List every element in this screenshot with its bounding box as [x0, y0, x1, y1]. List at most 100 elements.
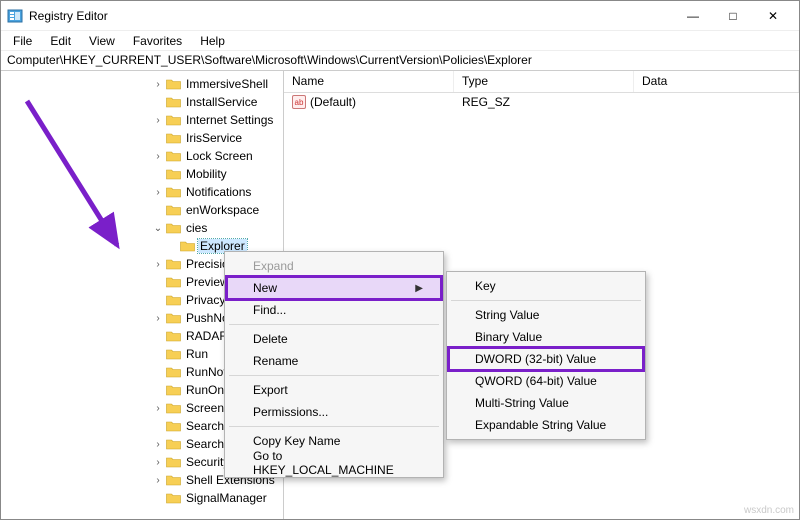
folder-icon: [165, 185, 181, 199]
folder-icon: [165, 275, 181, 289]
folder-icon: [165, 203, 181, 217]
tree-item-mobility[interactable]: Mobility: [1, 165, 283, 183]
folder-icon: [165, 347, 181, 361]
col-name[interactable]: Name: [284, 71, 454, 92]
chevron-right-icon[interactable]: ›: [151, 187, 165, 198]
tree-item-label: Privacy: [184, 293, 227, 307]
content-split: › ImmersiveShell InstallService ›Internet S…: [1, 71, 799, 519]
sub-key[interactable]: Key: [449, 275, 643, 297]
col-data[interactable]: Data: [634, 71, 799, 92]
tree-item-irisservice[interactable]: IrisService: [1, 129, 283, 147]
tree-item-notifications[interactable]: ›Notifications: [1, 183, 283, 201]
tree-item-label: SignalManager: [184, 491, 269, 505]
chevron-right-icon[interactable]: ›: [151, 79, 165, 90]
maximize-button[interactable]: □: [713, 2, 753, 30]
folder-icon: [179, 239, 195, 253]
list-header: Name Type Data: [284, 71, 799, 93]
tree-item-label: Search: [184, 419, 226, 433]
folder-icon: [165, 401, 181, 415]
sub-expandstring[interactable]: Expandable String Value: [449, 414, 643, 436]
chevron-down-icon[interactable]: ⌄: [151, 223, 165, 234]
chevron-right-icon[interactable]: ›: [151, 403, 165, 414]
folder-icon: [165, 455, 181, 469]
folder-icon: [165, 473, 181, 487]
sub-multistring[interactable]: Multi-String Value: [449, 392, 643, 414]
address-bar[interactable]: Computer\HKEY_CURRENT_USER\Software\Micr…: [1, 51, 799, 71]
tree-item-lock-screen[interactable]: › Lock Screen: [1, 147, 283, 165]
tree-item-cies[interactable]: ⌄ cies: [1, 219, 283, 237]
tree-item-label: IrisService: [184, 131, 244, 145]
folder-icon: [165, 95, 181, 109]
chevron-right-icon: ▶: [415, 283, 423, 294]
separator: [451, 300, 641, 301]
tree-item-label: ImmersiveShell: [184, 77, 270, 91]
values-pane[interactable]: Name Type Data ab (Default) REG_SZ Expan…: [284, 71, 799, 519]
sub-dword[interactable]: DWORD (32-bit) Value: [449, 348, 643, 370]
ctx-permissions[interactable]: Permissions...: [227, 401, 441, 423]
sub-qword[interactable]: QWORD (64-bit) Value: [449, 370, 643, 392]
folder-icon: [165, 383, 181, 397]
menu-help[interactable]: Help: [192, 32, 233, 50]
folder-icon: [165, 293, 181, 307]
tree-item-label: Lock Screen: [184, 149, 255, 163]
menu-edit[interactable]: Edit: [42, 32, 79, 50]
chevron-right-icon[interactable]: ›: [151, 475, 165, 486]
col-type[interactable]: Type: [454, 71, 634, 92]
folder-icon: [165, 329, 181, 343]
close-button[interactable]: ✕: [753, 2, 793, 30]
titlebar[interactable]: Registry Editor — □ ✕: [1, 1, 799, 31]
list-row[interactable]: ab (Default) REG_SZ: [284, 93, 799, 111]
folder-icon: [165, 131, 181, 145]
ctx-rename[interactable]: Rename: [227, 350, 441, 372]
folder-icon: [165, 491, 181, 505]
ctx-delete[interactable]: Delete: [227, 328, 441, 350]
folder-icon: [165, 113, 181, 127]
ctx-export[interactable]: Export: [227, 379, 441, 401]
value-name: (Default): [310, 95, 356, 109]
sub-string[interactable]: String Value: [449, 304, 643, 326]
folder-icon: [165, 419, 181, 433]
separator: [229, 375, 439, 376]
tree-item-label: cies: [184, 221, 209, 235]
tree-item-internet-settings[interactable]: ›Internet Settings: [1, 111, 283, 129]
separator: [229, 324, 439, 325]
string-value-icon: ab: [292, 95, 306, 109]
separator: [229, 426, 439, 427]
watermark: wsxdn.com: [744, 505, 794, 516]
folder-icon: [165, 167, 181, 181]
menu-view[interactable]: View: [81, 32, 123, 50]
tree-item-label: enWorkspace: [184, 203, 261, 217]
tree-item-label: Run: [184, 347, 210, 361]
folder-icon: [165, 257, 181, 271]
tree-item-label: InstallService: [184, 95, 259, 109]
menu-favorites[interactable]: Favorites: [125, 32, 190, 50]
chevron-right-icon[interactable]: ›: [151, 151, 165, 162]
tree-item-immersiveshell[interactable]: › ImmersiveShell: [1, 75, 283, 93]
chevron-right-icon[interactable]: ›: [151, 115, 165, 126]
value-type: REG_SZ: [454, 95, 634, 109]
folder-icon: [165, 149, 181, 163]
window-controls: — □ ✕: [673, 2, 793, 30]
window-title: Registry Editor: [29, 9, 673, 23]
minimize-button[interactable]: —: [673, 2, 713, 30]
ctx-expand: Expand: [227, 255, 441, 277]
chevron-right-icon[interactable]: ›: [151, 313, 165, 324]
regedit-icon: [7, 8, 23, 24]
tree-item-installservice[interactable]: InstallService: [1, 93, 283, 111]
chevron-right-icon[interactable]: ›: [151, 259, 165, 270]
tree-item-signalmanager[interactable]: SignalManager: [1, 489, 283, 507]
sub-binary[interactable]: Binary Value: [449, 326, 643, 348]
folder-icon: [165, 221, 181, 235]
folder-icon: [165, 311, 181, 325]
ctx-new[interactable]: New▶: [227, 277, 441, 299]
ctx-find[interactable]: Find...: [227, 299, 441, 321]
context-menu: Expand New▶ Find... Delete Rename Export…: [224, 251, 444, 478]
tree-item-enworkspace[interactable]: enWorkspace: [1, 201, 283, 219]
chevron-right-icon[interactable]: ›: [151, 457, 165, 468]
chevron-right-icon[interactable]: ›: [151, 439, 165, 450]
ctx-goto-hklm[interactable]: Go to HKEY_LOCAL_MACHINE: [227, 452, 441, 474]
folder-icon: [165, 365, 181, 379]
registry-editor-window: Registry Editor — □ ✕ File Edit View Fav…: [0, 0, 800, 520]
menu-file[interactable]: File: [5, 32, 40, 50]
folder-icon: [165, 437, 181, 451]
